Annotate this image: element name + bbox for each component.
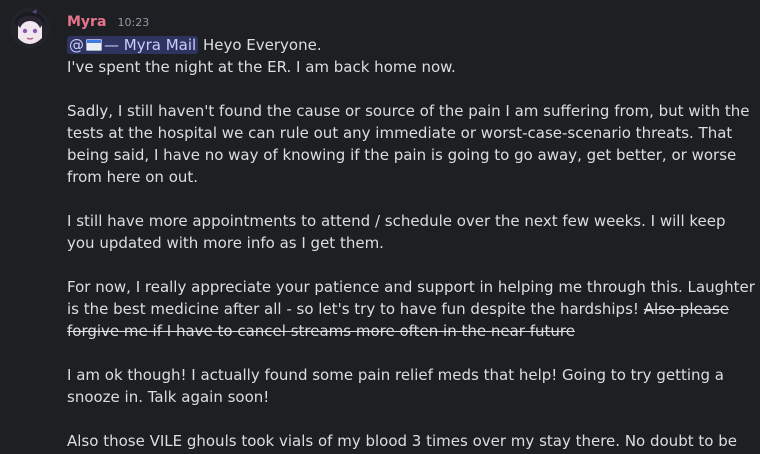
message-paragraph-5: I am ok though! I actually found some pa… — [67, 366, 724, 406]
mention-label: — Myra Mail — [104, 36, 197, 54]
greeting-text: Heyo Everyone. — [198, 36, 322, 54]
message-paragraph-1: I've spent the night at the ER. I am bac… — [67, 58, 456, 76]
role-mention[interactable]: @ — Myra Mail — [67, 36, 199, 54]
message-paragraph-6: Also those VILE ghouls took vials of my … — [67, 432, 737, 450]
message-header: Myra 10:23 — [67, 11, 149, 31]
mention-prefix: @ — [69, 36, 84, 54]
author-name[interactable]: Myra — [67, 14, 106, 30]
message-paragraph-3: I still have more appointments to attend… — [67, 212, 726, 252]
mail-icon — [86, 39, 102, 51]
message-paragraph: @ — Myra Mail Heyo Everyone. — [67, 34, 757, 56]
user-avatar[interactable] — [10, 8, 50, 48]
chat-message: Myra 10:23 @ — Myra Mail Heyo Everyone. I… — [0, 0, 760, 454]
message-paragraph-4: For now, I really appreciate your patien… — [67, 276, 757, 342]
message-content: @ — Myra Mail Heyo Everyone. I've spent t… — [67, 34, 757, 454]
message-timestamp[interactable]: 10:23 — [118, 16, 150, 29]
message-paragraph-2: Sadly, I still haven't found the cause o… — [67, 102, 750, 186]
avatar-image — [10, 8, 50, 48]
